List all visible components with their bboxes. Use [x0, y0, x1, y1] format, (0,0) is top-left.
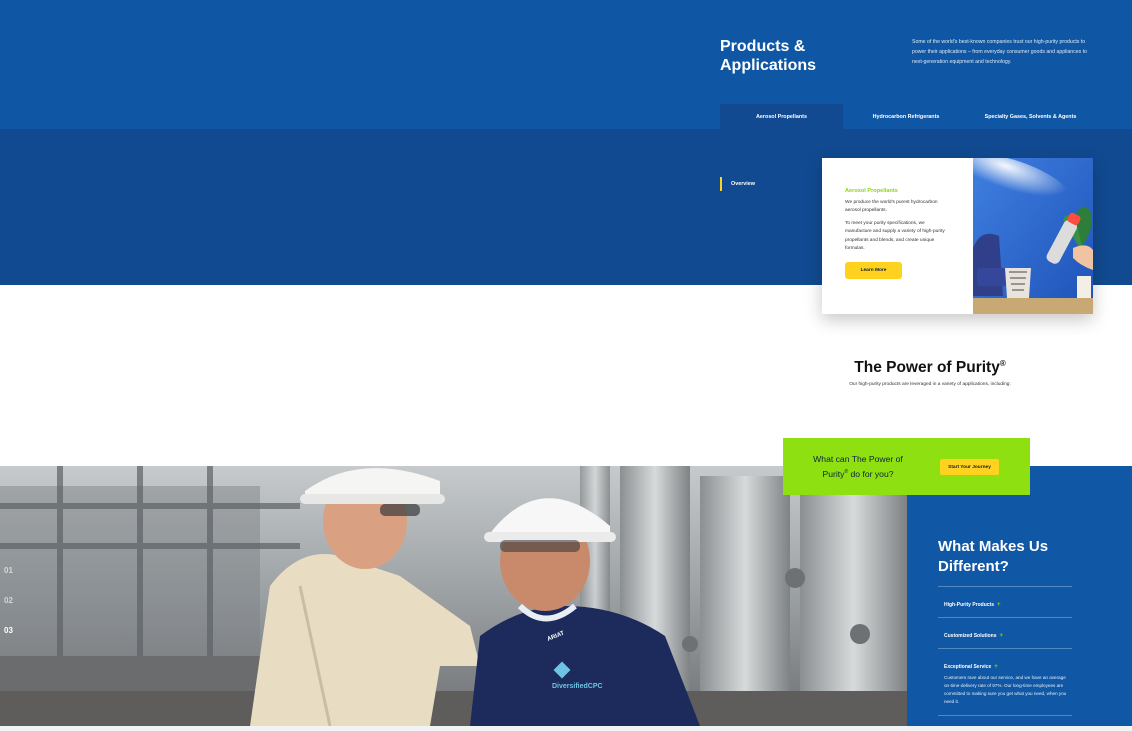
accordion-item-exceptional-service[interactable]: Exceptional Service + Customers rave abou… — [938, 648, 1072, 717]
aerosol-spray-illustration — [973, 158, 1093, 314]
slide-pagination: 01 02 03 — [4, 566, 13, 656]
accordion-item-customized[interactable]: Customized Solutions + — [938, 617, 1072, 648]
aerosol-card-body: Aerosol Propellants We produce the world… — [822, 158, 973, 314]
start-your-journey-button[interactable]: Start Your Journey — [940, 459, 999, 475]
aerosol-spray-photo — [973, 158, 1093, 314]
accordion-label[interactable]: Exceptional Service — [944, 664, 991, 670]
tab-aerosol-propellants[interactable]: Aerosol Propellants — [720, 104, 843, 129]
shirt-logo-text: DiversifiedCPC — [552, 683, 603, 690]
card-paragraph-1: We produce the world's purest hydrocarbo… — [845, 200, 938, 214]
learn-more-button[interactable]: Learn More — [845, 262, 902, 280]
aerosol-card: Aerosol Propellants We produce the world… — [822, 158, 1093, 314]
slide-number-3[interactable]: 03 — [4, 626, 13, 636]
products-title: Products & Applications — [720, 38, 817, 74]
accordion-description: Customers rave about our service, and we… — [944, 675, 1067, 705]
power-of-purity-title: The Power of Purity® — [854, 359, 1006, 377]
what-makes-us-different-panel: What Makes Us Different? High-Purity Pro… — [907, 466, 1132, 726]
different-accordion: High-Purity Products + Customized Solutio… — [938, 586, 1072, 717]
workers-photo: DiversifiedCPC ARIAT — [0, 466, 907, 726]
overview-nav-item[interactable]: Overview — [720, 177, 755, 191]
cta-question: What can The Power of Purity® do for you… — [813, 454, 903, 479]
accordion-item-high-purity[interactable]: High-Purity Products + — [938, 586, 1072, 617]
plus-icon[interactable]: + — [1000, 633, 1004, 639]
products-description: Some of the world's best-known companies… — [912, 39, 1088, 65]
accordion-label[interactable]: High-Purity Products — [944, 602, 994, 608]
journey-cta: What can The Power of Purity® do for you… — [783, 438, 1030, 495]
product-tabs: Aerosol Propellants Hydrocarbon Refriger… — [720, 104, 1092, 129]
plus-icon[interactable]: + — [997, 602, 1001, 608]
slide-number-1[interactable]: 01 — [4, 566, 13, 576]
hero-photo: DiversifiedCPC ARIAT — [0, 466, 907, 726]
slide-number-2[interactable]: 02 — [4, 596, 13, 606]
page: Products & Applications Some of the worl… — [0, 0, 1132, 731]
card-heading: Aerosol Propellants — [845, 188, 898, 194]
card-paragraph-2: To meet your purity specifications, we m… — [845, 220, 945, 252]
accordion-label[interactable]: Customized Solutions — [944, 633, 997, 639]
registered-mark: ® — [999, 359, 1006, 368]
tab-hydrocarbon-refrigerants[interactable]: Hydrocarbon Refrigerants — [843, 104, 969, 129]
power-of-purity-subtitle: Our high-purity products are leveraged i… — [849, 382, 1011, 387]
bottom-divider — [0, 726, 1132, 731]
tab-specialty-gases[interactable]: Specialty Gases, Solvents & Agents — [969, 104, 1092, 129]
plus-icon[interactable]: + — [994, 664, 998, 670]
different-title: What Makes Us Different? — [938, 538, 1049, 575]
